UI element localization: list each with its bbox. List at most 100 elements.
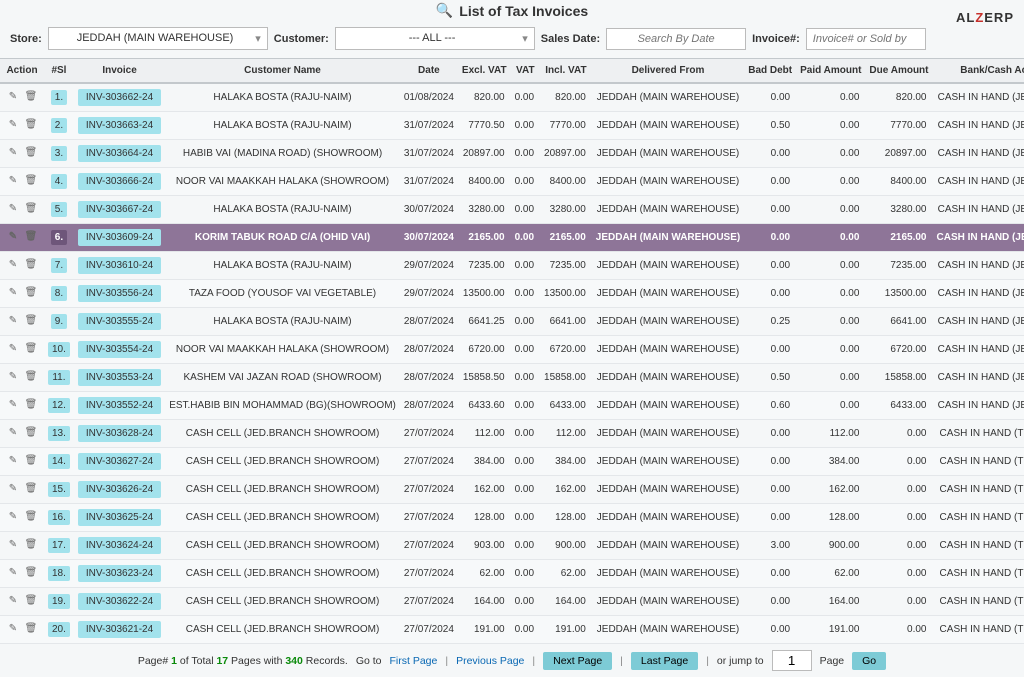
- col-delivered[interactable]: Delivered From: [592, 59, 744, 84]
- invoice-link[interactable]: INV-303552-24: [78, 397, 161, 414]
- store-select[interactable]: JEDDAH (MAIN WAREHOUSE)▾: [48, 27, 268, 50]
- table-row[interactable]: ✎🗑13.INV-303628-24CASH CELL (JED.BRANCH …: [0, 420, 1024, 448]
- delete-icon[interactable]: 🗑: [24, 119, 38, 133]
- edit-icon[interactable]: ✎: [6, 595, 20, 609]
- table-row[interactable]: ✎🗑1.INV-303662-24HALAKA BOSTA (RAJU-NAIM…: [0, 83, 1024, 112]
- table-row[interactable]: ✎🗑20.INV-303621-24CASH CELL (JED.BRANCH …: [0, 616, 1024, 644]
- first-page-link[interactable]: First Page: [390, 655, 438, 667]
- col-action[interactable]: Action: [0, 59, 44, 84]
- edit-icon[interactable]: ✎: [6, 511, 20, 525]
- invoice-link[interactable]: INV-303622-24: [78, 593, 161, 610]
- delete-icon[interactable]: 🗑: [24, 511, 38, 525]
- invoice-link[interactable]: INV-303623-24: [78, 565, 161, 582]
- table-row[interactable]: ✎🗑19.INV-303622-24CASH CELL (JED.BRANCH …: [0, 588, 1024, 616]
- delete-icon[interactable]: 🗑: [24, 371, 38, 385]
- invoice-link[interactable]: INV-303628-24: [78, 425, 161, 442]
- table-row[interactable]: ✎🗑11.INV-303553-24KASHEM VAI JAZAN ROAD …: [0, 364, 1024, 392]
- edit-icon[interactable]: ✎: [6, 231, 20, 245]
- edit-icon[interactable]: ✎: [6, 91, 20, 105]
- last-page-button[interactable]: Last Page: [631, 652, 698, 670]
- salesdate-input[interactable]: [606, 28, 746, 50]
- col-paid[interactable]: Paid Amount: [796, 59, 865, 84]
- delete-icon[interactable]: 🗑: [24, 427, 38, 441]
- col-baddebt[interactable]: Bad Debt: [744, 59, 796, 84]
- invoice-link[interactable]: INV-303667-24: [78, 201, 161, 218]
- invoice-link[interactable]: INV-303662-24: [78, 89, 161, 106]
- edit-icon[interactable]: ✎: [6, 567, 20, 581]
- col-incl[interactable]: Incl. VAT: [540, 59, 592, 84]
- delete-icon[interactable]: 🗑: [24, 399, 38, 413]
- table-row[interactable]: ✎🗑16.INV-303625-24CASH CELL (JED.BRANCH …: [0, 504, 1024, 532]
- edit-icon[interactable]: ✎: [6, 623, 20, 637]
- col-customer[interactable]: Customer Name: [165, 59, 400, 84]
- edit-icon[interactable]: ✎: [6, 259, 20, 273]
- table-row[interactable]: ✎🗑7.INV-303610-24HALAKA BOSTA (RAJU-NAIM…: [0, 252, 1024, 280]
- customer-select[interactable]: --- ALL ---▾: [335, 27, 535, 50]
- invoice-link[interactable]: INV-303664-24: [78, 145, 161, 162]
- delete-icon[interactable]: 🗑: [24, 147, 38, 161]
- invoice-link[interactable]: INV-303553-24: [78, 369, 161, 386]
- table-row[interactable]: ✎🗑15.INV-303626-24CASH CELL (JED.BRANCH …: [0, 476, 1024, 504]
- table-row[interactable]: ✎🗑8.INV-303556-24TAZA FOOD (YOUSOF VAI V…: [0, 280, 1024, 308]
- invoice-link[interactable]: INV-303627-24: [78, 453, 161, 470]
- edit-icon[interactable]: ✎: [6, 203, 20, 217]
- invoice-link[interactable]: INV-303621-24: [78, 621, 161, 638]
- table-row[interactable]: ✎🗑14.INV-303627-24CASH CELL (JED.BRANCH …: [0, 448, 1024, 476]
- invoice-link[interactable]: INV-303555-24: [78, 313, 161, 330]
- delete-icon[interactable]: 🗑: [24, 623, 38, 637]
- delete-icon[interactable]: 🗑: [24, 595, 38, 609]
- delete-icon[interactable]: 🗑: [24, 259, 38, 273]
- go-button[interactable]: Go: [852, 652, 886, 670]
- invoice-search-input[interactable]: [806, 28, 926, 50]
- table-row[interactable]: ✎🗑2.INV-303663-24HALAKA BOSTA (RAJU-NAIM…: [0, 112, 1024, 140]
- delete-icon[interactable]: 🗑: [24, 91, 38, 105]
- col-sl[interactable]: #Sl: [44, 59, 74, 84]
- jump-page-input[interactable]: [772, 650, 812, 671]
- edit-icon[interactable]: ✎: [6, 399, 20, 413]
- invoice-link[interactable]: INV-303626-24: [78, 481, 161, 498]
- edit-icon[interactable]: ✎: [6, 427, 20, 441]
- invoice-link[interactable]: INV-303609-24: [78, 229, 161, 246]
- edit-icon[interactable]: ✎: [6, 287, 20, 301]
- edit-icon[interactable]: ✎: [6, 147, 20, 161]
- invoice-link[interactable]: INV-303610-24: [78, 257, 161, 274]
- edit-icon[interactable]: ✎: [6, 455, 20, 469]
- delete-icon[interactable]: 🗑: [24, 343, 38, 357]
- table-row[interactable]: ✎🗑10.INV-303554-24NOOR VAI MAAKKAH HALAK…: [0, 336, 1024, 364]
- invoice-link[interactable]: INV-303666-24: [78, 173, 161, 190]
- delete-icon[interactable]: 🗑: [24, 483, 38, 497]
- edit-icon[interactable]: ✎: [6, 175, 20, 189]
- table-row[interactable]: ✎🗑5.INV-303667-24HALAKA BOSTA (RAJU-NAIM…: [0, 196, 1024, 224]
- table-row[interactable]: ✎🗑9.INV-303555-24HALAKA BOSTA (RAJU-NAIM…: [0, 308, 1024, 336]
- edit-icon[interactable]: ✎: [6, 315, 20, 329]
- col-vat[interactable]: VAT: [511, 59, 540, 84]
- delete-icon[interactable]: 🗑: [24, 539, 38, 553]
- invoice-link[interactable]: INV-303624-24: [78, 537, 161, 554]
- table-row[interactable]: ✎🗑17.INV-303624-24CASH CELL (JED.BRANCH …: [0, 532, 1024, 560]
- delete-icon[interactable]: 🗑: [24, 231, 38, 245]
- table-row[interactable]: ✎🗑3.INV-303664-24HABIB VAI (MADINA ROAD)…: [0, 140, 1024, 168]
- edit-icon[interactable]: ✎: [6, 539, 20, 553]
- invoice-link[interactable]: INV-303554-24: [78, 341, 161, 358]
- invoice-link[interactable]: INV-303663-24: [78, 117, 161, 134]
- delete-icon[interactable]: 🗑: [24, 455, 38, 469]
- col-date[interactable]: Date: [400, 59, 458, 84]
- table-row[interactable]: ✎🗑4.INV-303666-24NOOR VAI MAAKKAH HALAKA…: [0, 168, 1024, 196]
- col-bank[interactable]: Bank/Cash Account: [933, 59, 1024, 84]
- table-row[interactable]: ✎🗑18.INV-303623-24CASH CELL (JED.BRANCH …: [0, 560, 1024, 588]
- invoice-link[interactable]: INV-303556-24: [78, 285, 161, 302]
- delete-icon[interactable]: 🗑: [24, 175, 38, 189]
- edit-icon[interactable]: ✎: [6, 343, 20, 357]
- prev-page-link[interactable]: Previous Page: [456, 655, 524, 667]
- edit-icon[interactable]: ✎: [6, 119, 20, 133]
- delete-icon[interactable]: 🗑: [24, 203, 38, 217]
- col-due[interactable]: Due Amount: [865, 59, 932, 84]
- edit-icon[interactable]: ✎: [6, 483, 20, 497]
- col-excl[interactable]: Excl. VAT: [458, 59, 511, 84]
- table-row[interactable]: ✎🗑12.INV-303552-24EST.HABIB BIN MOHAMMAD…: [0, 392, 1024, 420]
- edit-icon[interactable]: ✎: [6, 371, 20, 385]
- delete-icon[interactable]: 🗑: [24, 287, 38, 301]
- invoice-link[interactable]: INV-303625-24: [78, 509, 161, 526]
- delete-icon[interactable]: 🗑: [24, 315, 38, 329]
- table-row[interactable]: ✎🗑6.INV-303609-24KORIM TABUK ROAD C/A (O…: [0, 224, 1024, 252]
